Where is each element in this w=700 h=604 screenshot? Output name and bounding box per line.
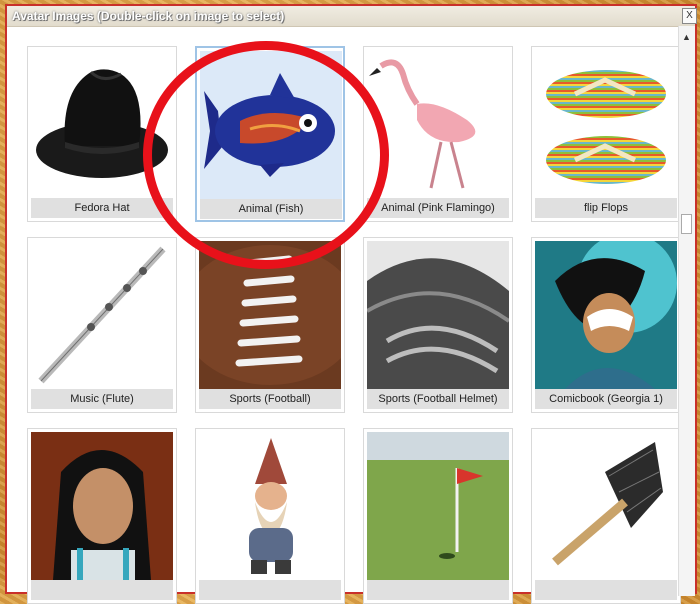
scroll-thumb[interactable]: [681, 214, 692, 234]
gnome-image: [199, 432, 341, 580]
flip-flops-image: [535, 50, 677, 198]
avatar-caption: Comicbook (Georgia 1): [535, 389, 677, 409]
avatar-tile-helmet[interactable]: Sports (Football Helmet): [363, 237, 513, 413]
avatar-caption: [199, 580, 341, 600]
avatar-caption: Music (Flute): [31, 389, 173, 409]
avatar-caption: Sports (Football): [199, 389, 341, 409]
avatar-caption: Fedora Hat: [31, 198, 173, 218]
comic-girl-image: [535, 241, 677, 389]
avatar-grid: Fedora Hat Animal (Fish) Animal (Pink Fl…: [7, 26, 681, 604]
avatar-tile-row3-3[interactable]: [363, 428, 513, 604]
close-button[interactable]: X: [682, 8, 697, 24]
vertical-scrollbar[interactable]: ▲: [678, 26, 695, 596]
flute-image: [31, 241, 173, 389]
avatar-tile-row3-1[interactable]: [27, 428, 177, 604]
avatar-tile-row3-4[interactable]: [531, 428, 681, 604]
dialog-titlebar: Avatar Images (Double-click on image to …: [7, 6, 697, 27]
dialog-title: Avatar Images (Double-click on image to …: [12, 9, 285, 23]
avatar-caption: Sports (Football Helmet): [367, 389, 509, 409]
comic-woman-image: [31, 432, 173, 580]
avatar-caption: [535, 580, 677, 600]
avatar-dialog: Avatar Images (Double-click on image to …: [5, 4, 697, 604]
guitar-image: [535, 432, 677, 580]
avatar-tile-flipflops[interactable]: flip Flops: [531, 46, 681, 222]
golf-flag-image: [367, 432, 509, 580]
football-helmet-image: [367, 241, 509, 389]
avatar-tile-flute[interactable]: Music (Flute): [27, 237, 177, 413]
highlight-circle-annotation: [143, 41, 389, 269]
avatar-caption: flip Flops: [535, 198, 677, 218]
avatar-caption: [367, 580, 509, 600]
avatar-tile-georgia[interactable]: Comicbook (Georgia 1): [531, 237, 681, 413]
avatar-caption: [31, 580, 173, 600]
flamingo-image: [367, 50, 509, 198]
scroll-up-arrow-icon[interactable]: ▲: [682, 32, 691, 42]
avatar-tile-row3-2[interactable]: [195, 428, 345, 604]
avatar-caption: Animal (Pink Flamingo): [367, 198, 509, 218]
